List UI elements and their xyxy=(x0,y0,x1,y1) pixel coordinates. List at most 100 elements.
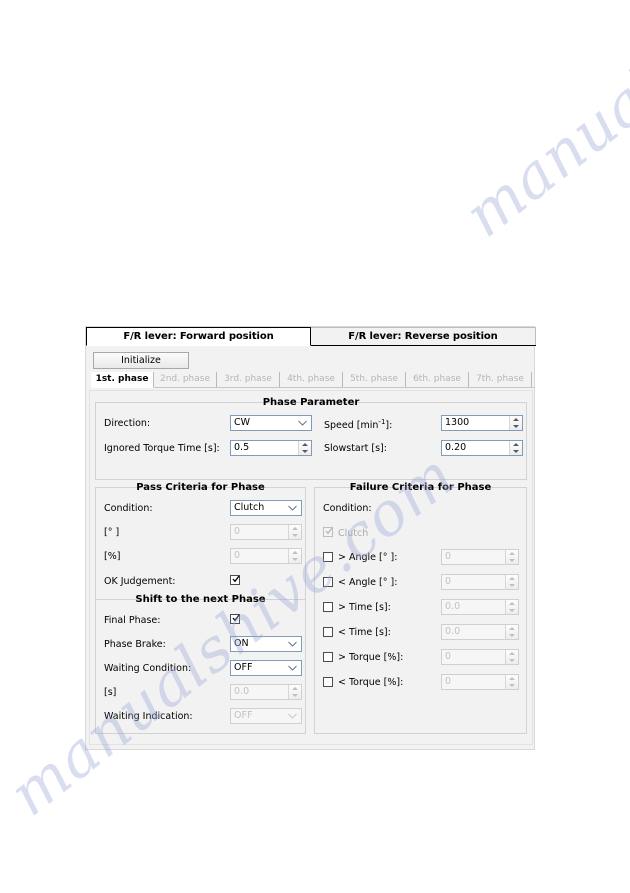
spinner-down-icon[interactable] xyxy=(506,582,518,589)
tab-fr-lever-forward[interactable]: F/R lever: Forward position xyxy=(86,327,311,346)
tab-3rd-phase[interactable]: 3rd. phase xyxy=(217,372,280,387)
lever-tab-bar: F/R lever: Forward position F/R lever: R… xyxy=(86,327,536,346)
tab-4th-phase[interactable]: 4th. phase xyxy=(280,372,343,387)
tab-5th-phase[interactable]: 5th. phase xyxy=(343,372,406,387)
spinner-down-icon[interactable] xyxy=(289,556,301,563)
tab-2nd-phase[interactable]: 2nd. phase xyxy=(154,372,217,387)
spinner-buttons[interactable] xyxy=(505,600,518,614)
spinner-up-icon[interactable] xyxy=(506,625,518,632)
checkbox-failure-clutch xyxy=(323,527,333,537)
label-speed-prefix: Speed [min xyxy=(324,420,379,432)
spinner-up-icon[interactable] xyxy=(506,650,518,657)
label-slowstart: Slowstart [s]: xyxy=(324,443,387,454)
checkbox-failure-lt-torque[interactable] xyxy=(323,677,333,687)
label-failure-lt-angle: < Angle [° ]: xyxy=(338,577,398,588)
tab-1st-phase[interactable]: 1st. phase xyxy=(91,372,154,388)
spinner-down-icon[interactable] xyxy=(506,682,518,689)
spinner-buttons[interactable] xyxy=(288,525,301,539)
spinner-down-icon[interactable] xyxy=(506,632,518,639)
spinner-down-icon[interactable] xyxy=(510,448,522,455)
group-title-failure-criteria: Failure Criteria for Phase xyxy=(349,482,492,493)
checkbox-failure-gt-time[interactable] xyxy=(323,602,333,612)
checkbox-ok-judgement[interactable] xyxy=(230,575,240,585)
spinner-slowstart[interactable]: 0.20 xyxy=(441,440,523,456)
spinner-buttons[interactable] xyxy=(298,441,311,455)
label-final-phase: Final Phase: xyxy=(104,615,161,626)
spinner-failure-gt-torque-value: 0 xyxy=(445,651,452,662)
label-failure-clutch: Clutch xyxy=(338,528,369,539)
checkbox-failure-lt-time[interactable] xyxy=(323,627,333,637)
spinner-failure-lt-torque-value: 0 xyxy=(445,676,452,687)
label-waiting-indication: Waiting Indication: xyxy=(104,711,193,722)
check-icon xyxy=(232,575,240,583)
spinner-failure-gt-time-value: 0.0 xyxy=(445,601,461,612)
spinner-pass-angle[interactable]: 0 xyxy=(230,524,302,540)
dropdown-pass-condition[interactable]: Clutch xyxy=(230,500,302,516)
spinner-down-icon[interactable] xyxy=(506,557,518,564)
spinner-speed-value: 1300 xyxy=(445,417,470,428)
spinner-failure-lt-time[interactable]: 0.0 xyxy=(441,624,519,640)
spinner-buttons[interactable] xyxy=(505,625,518,639)
chevron-down-icon xyxy=(295,416,309,430)
spinner-buttons[interactable] xyxy=(288,549,301,563)
group-title-pass-criteria: Pass Criteria for Phase xyxy=(136,482,265,493)
spinner-down-icon[interactable] xyxy=(506,607,518,614)
spinner-buttons[interactable] xyxy=(505,550,518,564)
spinner-failure-gt-time[interactable]: 0.0 xyxy=(441,599,519,615)
tab-6th-phase[interactable]: 6th. phase xyxy=(406,372,469,387)
spinner-up-icon[interactable] xyxy=(506,600,518,607)
checkbox-failure-lt-angle[interactable] xyxy=(323,577,333,587)
spinner-ignored-torque-time[interactable]: 0.5 xyxy=(230,440,312,456)
spinner-failure-gt-torque[interactable]: 0 xyxy=(441,649,519,665)
spinner-failure-gt-angle[interactable]: 0 xyxy=(441,549,519,565)
tab-7th-phase[interactable]: 7th. phase xyxy=(469,372,532,387)
spinner-up-icon[interactable] xyxy=(289,549,301,556)
checkbox-failure-gt-torque[interactable] xyxy=(323,652,333,662)
label-pass-percent: [%] xyxy=(104,551,121,562)
check-icon xyxy=(232,614,240,622)
spinner-up-icon[interactable] xyxy=(510,441,522,448)
spinner-up-icon[interactable] xyxy=(299,441,311,448)
dropdown-phase-brake-value: ON xyxy=(234,638,249,649)
spinner-buttons[interactable] xyxy=(505,650,518,664)
spinner-down-icon[interactable] xyxy=(506,657,518,664)
spinner-buttons[interactable] xyxy=(505,575,518,589)
checkbox-final-phase[interactable] xyxy=(230,614,240,624)
spinner-up-icon[interactable] xyxy=(510,416,522,423)
checkbox-failure-gt-angle[interactable] xyxy=(323,552,333,562)
spinner-down-icon[interactable] xyxy=(289,532,301,539)
spinner-up-icon[interactable] xyxy=(289,525,301,532)
dropdown-direction-value: CW xyxy=(234,417,251,428)
dropdown-waiting-indication[interactable]: OFF xyxy=(230,708,302,724)
spinner-down-icon[interactable] xyxy=(289,692,301,699)
spinner-down-icon[interactable] xyxy=(299,448,311,455)
spinner-up-icon[interactable] xyxy=(289,685,301,692)
chevron-down-icon xyxy=(285,637,299,651)
label-pass-condition: Condition: xyxy=(104,503,153,514)
dropdown-phase-brake[interactable]: ON xyxy=(230,636,302,652)
spinner-up-icon[interactable] xyxy=(506,575,518,582)
spinner-up-icon[interactable] xyxy=(506,550,518,557)
spinner-pass-percent[interactable]: 0 xyxy=(230,548,302,564)
chevron-down-icon xyxy=(285,661,299,675)
spinner-waiting-seconds[interactable]: 0.0 xyxy=(230,684,302,700)
dropdown-pass-condition-value: Clutch xyxy=(234,502,265,513)
dropdown-waiting-condition[interactable]: OFF xyxy=(230,660,302,676)
tab-fr-lever-reverse[interactable]: F/R lever: Reverse position xyxy=(311,327,536,345)
spinner-buttons[interactable] xyxy=(509,441,522,455)
phase-settings-dialog: F/R lever: Forward position F/R lever: R… xyxy=(85,326,536,750)
label-waiting-seconds: [s] xyxy=(104,687,117,698)
label-phase-brake: Phase Brake: xyxy=(104,639,166,650)
spinner-up-icon[interactable] xyxy=(506,675,518,682)
spinner-buttons[interactable] xyxy=(505,675,518,689)
spinner-buttons[interactable] xyxy=(288,685,301,699)
spinner-failure-lt-angle[interactable]: 0 xyxy=(441,574,519,590)
spinner-buttons[interactable] xyxy=(509,416,522,430)
spinner-down-icon[interactable] xyxy=(510,423,522,430)
dropdown-direction[interactable]: CW xyxy=(230,415,312,431)
spinner-failure-lt-time-value: 0.0 xyxy=(445,626,461,637)
spinner-speed[interactable]: 1300 xyxy=(441,415,523,431)
label-failure-lt-torque: < Torque [%]: xyxy=(338,677,404,688)
initialize-button[interactable]: Initialize xyxy=(93,352,189,369)
spinner-failure-lt-torque[interactable]: 0 xyxy=(441,674,519,690)
